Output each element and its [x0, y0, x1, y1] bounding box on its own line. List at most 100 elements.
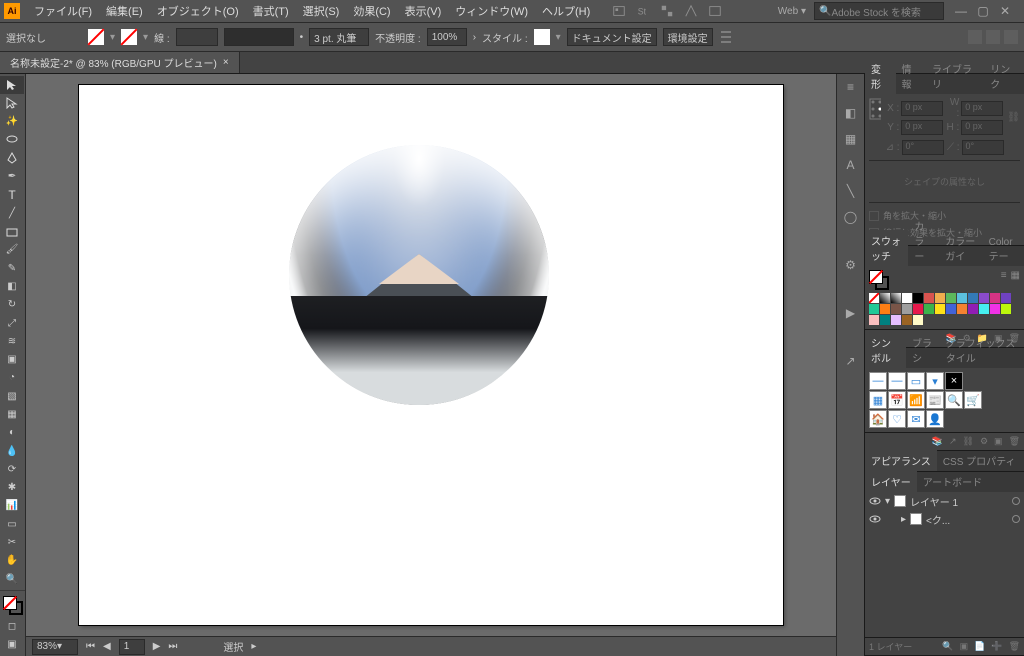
symbol-item[interactable]: 📶 — [907, 391, 925, 409]
swatch-item[interactable] — [979, 304, 989, 314]
swatch-item[interactable] — [946, 293, 956, 303]
panel-menu-icon[interactable] — [1004, 30, 1018, 44]
fill-stroke-control[interactable] — [3, 596, 23, 614]
curvature-tool[interactable]: ✒ — [0, 167, 24, 185]
symbol-item[interactable]: × — [945, 372, 963, 390]
swatch-item[interactable] — [902, 293, 912, 303]
pin-panel-icon[interactable] — [968, 30, 982, 44]
screen-mode[interactable]: ▣ — [0, 636, 24, 654]
symbol-item[interactable]: — — [888, 372, 906, 390]
swatch-gradient[interactable] — [891, 293, 901, 303]
h-field[interactable]: 0 px — [961, 120, 1003, 135]
line-tool[interactable]: ╱ — [0, 204, 24, 222]
shear-field[interactable]: 0° — [962, 140, 1004, 155]
tab-appearance[interactable]: アピアランス — [865, 450, 937, 471]
artboard-nav-next-icon[interactable]: ▶ — [153, 641, 161, 652]
make-clipping-icon[interactable]: ▣ — [960, 641, 969, 652]
symbol-item[interactable]: ♡ — [888, 410, 906, 428]
target-icon[interactable] — [1012, 497, 1020, 505]
placed-image[interactable] — [289, 145, 549, 405]
hand-tool[interactable]: ✋ — [0, 552, 24, 570]
symbol-item[interactable]: 🔍 — [945, 391, 963, 409]
menu-edit[interactable]: 編集(E) — [100, 1, 149, 21]
link-wh-icon[interactable]: ⛓ — [1007, 112, 1020, 123]
layer-row[interactable]: ▸ <ク... — [865, 510, 1024, 528]
tab-library[interactable]: ライブラリ — [926, 58, 984, 94]
swatch-item[interactable] — [946, 304, 956, 314]
swatch-item[interactable] — [891, 304, 901, 314]
tab-brushes[interactable]: ブラシ — [906, 332, 940, 368]
symbol-new-icon[interactable]: ▣ — [994, 436, 1003, 447]
symbol-item[interactable]: ▾ — [926, 372, 944, 390]
dock-play-icon[interactable]: ▶ — [842, 304, 860, 322]
swatch-item[interactable] — [979, 293, 989, 303]
swatch-item[interactable] — [880, 315, 890, 325]
search-input[interactable]: 🔍 Adobe Stock を検索 — [814, 2, 944, 20]
artboard-tool[interactable]: ▭ — [0, 515, 24, 533]
artboard[interactable] — [79, 85, 783, 625]
symbol-library-icon[interactable]: 📚 — [932, 436, 943, 447]
tab-close-icon[interactable]: × — [223, 57, 229, 68]
free-transform-tool[interactable]: ▣ — [0, 350, 24, 368]
opacity-field[interactable]: 100% — [427, 28, 467, 46]
direct-selection-tool[interactable] — [0, 94, 24, 112]
disclosure-icon[interactable]: ▸ — [901, 514, 906, 525]
tab-graphic-styles[interactable]: グラフィックスタイル — [940, 332, 1024, 368]
swatch-item[interactable] — [869, 304, 879, 314]
fill-swatch[interactable] — [88, 29, 104, 45]
tab-css[interactable]: CSS プロパティ — [937, 450, 1022, 471]
shaper-tool[interactable]: ✎ — [0, 259, 24, 277]
mesh-tool[interactable]: ▦ — [0, 405, 24, 423]
swatch-item[interactable] — [880, 304, 890, 314]
rotate-tool[interactable]: ↻ — [0, 296, 24, 314]
stock-icon[interactable]: St — [636, 4, 650, 18]
artboard-nav-first-icon[interactable]: ⏮ — [86, 641, 95, 652]
blend-tool[interactable]: ⟳ — [0, 460, 24, 478]
swatch-item[interactable] — [968, 304, 978, 314]
y-field[interactable]: 0 px — [901, 120, 943, 135]
dock-swatches-icon[interactable]: ▦ — [842, 130, 860, 148]
gpu-icon[interactable] — [684, 4, 698, 18]
swatch-item[interactable] — [869, 315, 879, 325]
zoom-tool[interactable]: 🔍 — [0, 570, 24, 588]
swatch-item[interactable] — [935, 293, 945, 303]
tab-links[interactable]: リンク — [984, 58, 1024, 94]
swatch-none[interactable] — [869, 293, 879, 303]
symbol-break-icon[interactable]: ⛓ — [963, 436, 974, 447]
width-tool[interactable]: ≋ — [0, 332, 24, 350]
canvas-area[interactable]: 83% ▾ ⏮ ◀ 1 ▶ ⏭ 選択 ▸ — [26, 74, 836, 656]
new-sublayer-icon[interactable]: 📄 — [974, 641, 985, 652]
symbol-item[interactable]: — — [869, 372, 887, 390]
rectangle-tool[interactable] — [0, 222, 24, 240]
doc-setup-button[interactable]: ドキュメント設定 — [567, 28, 657, 46]
graphic-style-swatch[interactable] — [534, 29, 550, 45]
symbol-item[interactable]: ▦ — [869, 391, 887, 409]
menu-object[interactable]: オブジェクト(O) — [151, 1, 245, 21]
workspace-switcher[interactable]: Web ▾ — [772, 6, 812, 17]
brush-select[interactable]: 3 pt. 丸筆 — [309, 28, 369, 46]
collapse-panels-icon[interactable]: ≡ — [842, 78, 860, 96]
menu-select[interactable]: 選択(S) — [297, 1, 346, 21]
artboard-nav-last-icon[interactable]: ⏭ — [168, 641, 177, 652]
tab-color[interactable]: カラー — [908, 215, 939, 266]
paintbrush-tool[interactable]: 🖌 — [0, 241, 24, 259]
delete-layer-icon[interactable]: 🗑 — [1009, 641, 1020, 652]
tab-artboards[interactable]: アートボード — [917, 471, 988, 492]
menu-help[interactable]: ヘルプ(H) — [536, 1, 596, 21]
dock-export-icon[interactable]: ↗ — [842, 352, 860, 370]
draw-mode-normal[interactable]: ◻ — [0, 618, 24, 636]
eyedropper-tool[interactable]: 💧 — [0, 442, 24, 460]
swatch-item[interactable] — [990, 304, 1000, 314]
perspective-tool[interactable]: ▧ — [0, 387, 24, 405]
dock-color-icon[interactable]: ◧ — [842, 104, 860, 122]
symbol-item[interactable]: 👤 — [926, 410, 944, 428]
panel-options-icon[interactable] — [986, 30, 1000, 44]
symbol-item[interactable]: 📅 — [888, 391, 906, 409]
swatch-item[interactable] — [957, 293, 967, 303]
symbol-item[interactable]: 🛒 — [964, 391, 982, 409]
layer-name[interactable]: <ク... — [926, 512, 1008, 527]
tab-transform[interactable]: 変形 — [865, 58, 896, 94]
tab-colortheme[interactable]: Color テー — [983, 234, 1024, 266]
disclosure-icon[interactable]: ▾ — [885, 496, 890, 507]
stroke-weight-field[interactable] — [176, 28, 218, 46]
